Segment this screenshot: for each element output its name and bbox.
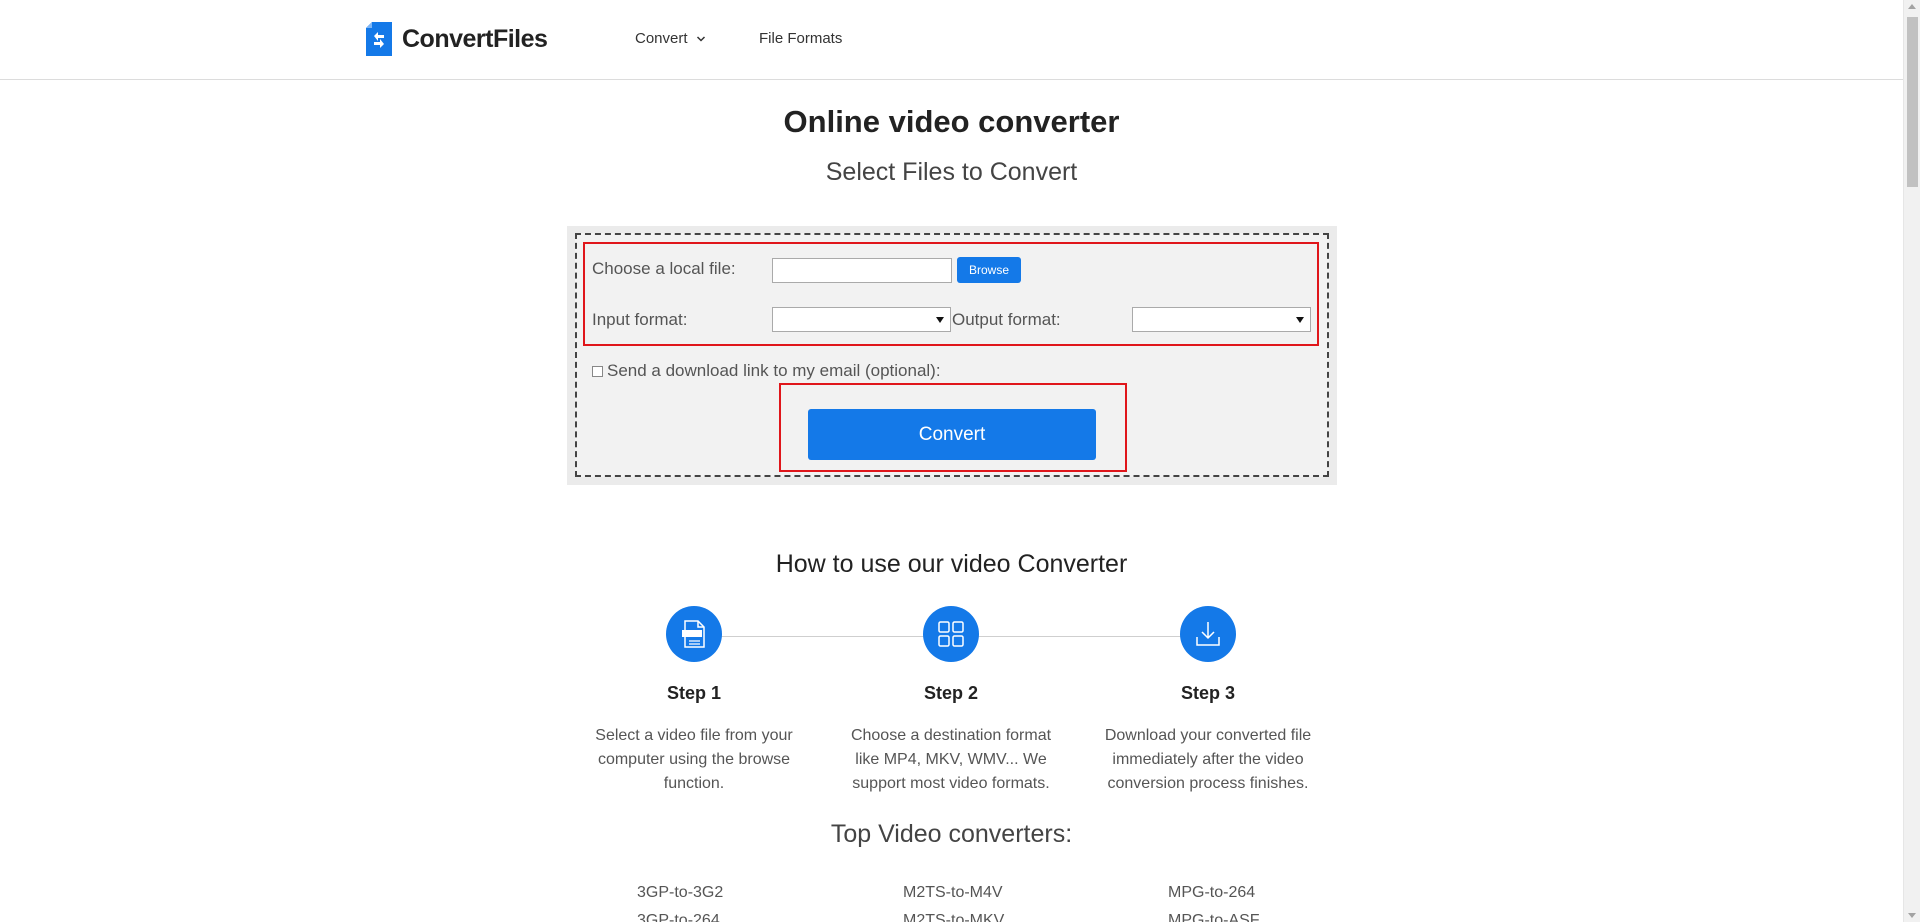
download-icon (1196, 622, 1220, 646)
scroll-up-icon[interactable] (1908, 4, 1916, 9)
step-1-title: Step 1 (666, 683, 722, 703)
step-2-circle (923, 606, 979, 662)
email-option-row: Send a download link to my email (option… (592, 361, 941, 381)
nav-convert-menu[interactable]: Convert (635, 30, 706, 47)
how-to-title: How to use our video Converter (775, 550, 1128, 578)
local-file-label: Choose a local file: (592, 259, 736, 278)
logo-icon (366, 22, 392, 56)
page-scrollbar[interactable] (1903, 0, 1920, 922)
input-format-select[interactable] (772, 307, 951, 332)
dropdown-arrow-icon (936, 317, 944, 323)
logo-text: ConvertFiles (402, 24, 548, 53)
output-format-label: Output format: (952, 310, 1061, 329)
nav-file-formats-label: File Formats (759, 30, 843, 47)
convert-button[interactable]: Convert (808, 409, 1096, 460)
output-format-select[interactable] (1132, 307, 1311, 332)
step-1-circle (666, 606, 722, 662)
input-format-label: Input format: (592, 310, 688, 329)
step-3: Step 3 Download your converted file imme… (1088, 606, 1328, 796)
step-3-description: Download your converted file immediately… (1104, 727, 1312, 792)
step-2-description: Choose a destination format like MP4, MK… (850, 727, 1052, 792)
step-3-title: Step 3 (1180, 683, 1236, 703)
converter-link[interactable]: M2TS-to-MKV (903, 912, 1004, 922)
page-subtitle: Select Files to Convert (825, 158, 1078, 186)
site-logo[interactable]: ConvertFiles (366, 22, 548, 56)
converter-link[interactable]: 3GP-to-3G2 (637, 884, 723, 902)
local-file-input[interactable] (772, 258, 952, 283)
page-title: Online video converter (783, 104, 1120, 139)
email-option-label[interactable]: Send a download link to my email (option… (607, 361, 941, 381)
top-converters-title: Top Video converters: (830, 820, 1073, 848)
browse-button[interactable]: Browse (957, 257, 1021, 283)
scroll-thumb[interactable] (1907, 17, 1918, 187)
step-3-circle (1180, 606, 1236, 662)
file-icon (682, 620, 705, 648)
dropdown-arrow-icon (1296, 317, 1304, 323)
step-1: Step 1 Select a video file from your com… (574, 606, 814, 796)
nav-file-formats-link[interactable]: File Formats (759, 30, 842, 47)
step-1-description: Select a video file from your computer u… (595, 727, 793, 792)
scroll-down-icon[interactable] (1908, 913, 1916, 918)
step-2-title: Step 2 (923, 683, 979, 703)
email-checkbox[interactable] (592, 365, 603, 377)
nav-convert-label: Convert (635, 30, 688, 47)
site-header: ConvertFiles Convert File Formats (0, 0, 1903, 80)
chevron-down-icon (696, 35, 705, 42)
converter-link[interactable]: MPG-to-264 (1168, 884, 1255, 902)
step-2: Step 2 Choose a destination format like … (831, 606, 1071, 796)
converter-link[interactable]: MPG-to-ASF (1168, 912, 1260, 922)
converter-link[interactable]: 3GP-to-264 (637, 912, 720, 922)
grid-icon (938, 621, 964, 647)
converter-link[interactable]: M2TS-to-M4V (903, 884, 1003, 902)
